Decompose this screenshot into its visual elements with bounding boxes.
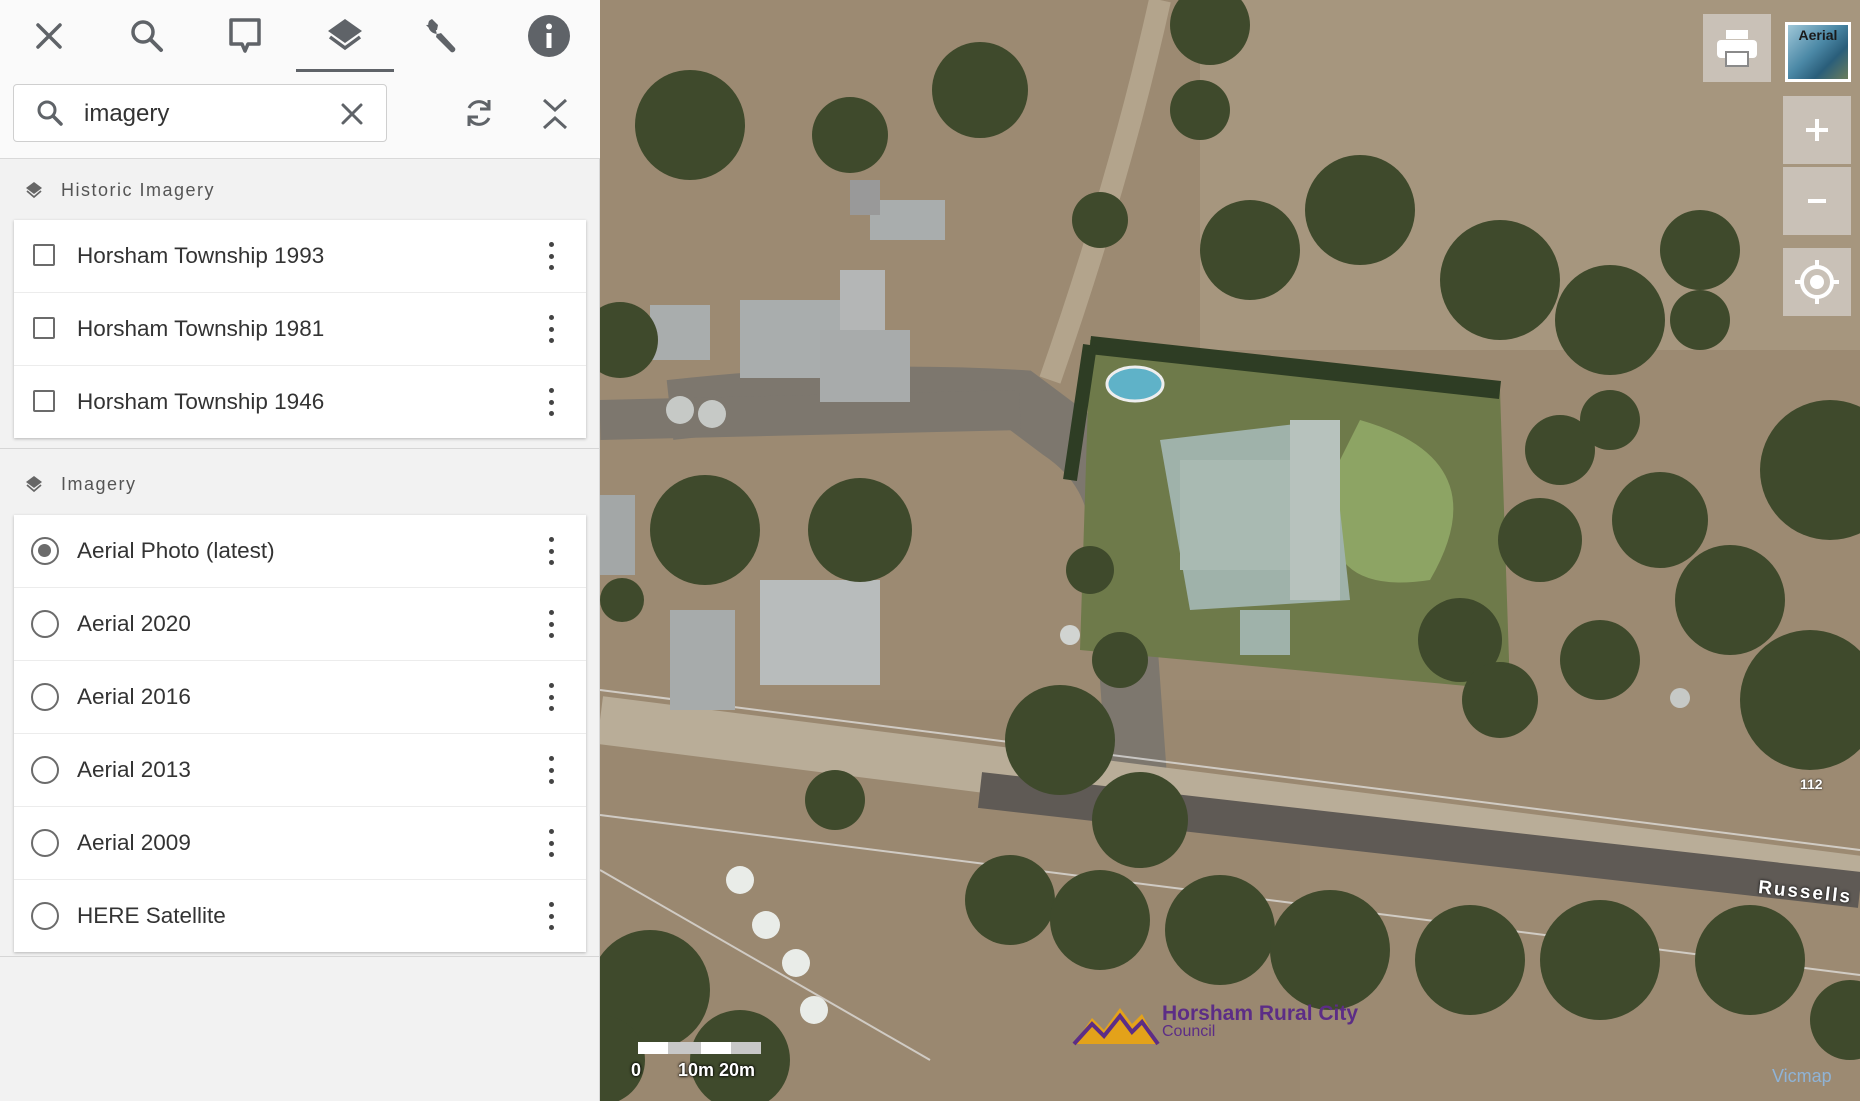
plus-icon: [1806, 119, 1828, 141]
clear-search-icon[interactable]: [340, 102, 364, 126]
comment-icon: [229, 18, 261, 53]
crosshair-icon: [1795, 260, 1839, 304]
layer-row: Horsham Township 1993: [14, 220, 586, 293]
close-button[interactable]: [0, 0, 98, 72]
info-button[interactable]: [500, 0, 598, 72]
layer-label: Aerial Photo (latest): [77, 538, 275, 563]
section-header-imagery[interactable]: Imagery: [0, 456, 600, 512]
layers-panel: Historic Imagery Horsham Township 1993 H…: [0, 0, 600, 1101]
minus-icon: [1808, 199, 1826, 203]
layer-radio[interactable]: [31, 756, 59, 784]
more-options-icon[interactable]: [546, 756, 556, 784]
layer-label: Horsham Township 1993: [77, 243, 325, 268]
layer-label: Aerial 2013: [77, 757, 191, 782]
layers-icon: [25, 475, 43, 493]
layer-radio[interactable]: [31, 902, 59, 930]
layer-radio[interactable]: [31, 829, 59, 857]
more-options-icon[interactable]: [546, 537, 556, 565]
layer-row: Aerial 2013: [14, 734, 586, 807]
more-options-icon[interactable]: [546, 315, 556, 343]
council-mountain-logo: [1072, 1008, 1160, 1046]
layer-search-box: [13, 84, 387, 142]
layer-label: HERE Satellite: [77, 903, 226, 928]
layer-label: Aerial 2020: [77, 611, 191, 636]
info-icon: [528, 15, 570, 57]
council-logo: Horsham Rural City Council: [1072, 1000, 1402, 1050]
layer-label: Aerial 2016: [77, 684, 191, 709]
basemap-switcher[interactable]: Aerial: [1785, 22, 1851, 82]
search-icon: [131, 20, 163, 52]
more-options-icon[interactable]: [546, 242, 556, 270]
layer-row: Horsham Township 1981: [14, 293, 586, 366]
map-view[interactable]: Aerial 112 Russells 0 10m 20m Horsham Ru…: [600, 0, 1860, 1101]
layer-row: Aerial 2020: [14, 588, 586, 661]
layer-radio[interactable]: [31, 683, 59, 711]
property-number-label: 112: [1800, 776, 1823, 792]
legend-button[interactable]: [196, 0, 294, 72]
layer-search-input[interactable]: [82, 95, 336, 133]
divider: [0, 448, 600, 449]
more-options-icon[interactable]: [546, 829, 556, 857]
attribution-link[interactable]: Vicmap: [1772, 1066, 1832, 1087]
print-button[interactable]: [1703, 14, 1771, 82]
wrench-icon: [426, 19, 456, 53]
layer-radio[interactable]: [31, 610, 59, 638]
imagery-list: Aerial Photo (latest) Aerial 2020 Aerial…: [14, 515, 586, 952]
layer-row: Aerial 2009: [14, 807, 586, 880]
aerial-imagery: [600, 0, 1860, 1101]
scale-distance-labels: 10m 20m: [678, 1060, 756, 1080]
zoom-out-button[interactable]: [1783, 167, 1851, 235]
zoom-in-button[interactable]: [1783, 96, 1851, 164]
layer-label: Aerial 2009: [77, 830, 191, 855]
layer-row: Horsham Township 1946: [14, 366, 586, 438]
scale-zero-label: 0: [631, 1060, 642, 1080]
more-options-icon[interactable]: [546, 683, 556, 711]
section-title: Historic Imagery: [61, 179, 216, 200]
layer-checkbox[interactable]: [33, 317, 55, 339]
close-icon: [36, 23, 62, 49]
layers-tab-button[interactable]: [296, 0, 394, 72]
layer-row: Aerial 2016: [14, 661, 586, 734]
layer-row: HERE Satellite: [14, 880, 586, 952]
scale-bar: [638, 1042, 761, 1054]
refresh-icon[interactable]: [462, 96, 496, 130]
layers-icon: [25, 181, 43, 199]
section-header-historic-imagery[interactable]: Historic Imagery: [0, 162, 600, 218]
section-title: Imagery: [61, 473, 137, 494]
basemap-label: Aerial: [1798, 27, 1838, 43]
search-icon: [37, 100, 63, 126]
layer-search-row: [0, 72, 600, 159]
council-name-sub: Council: [1162, 1023, 1216, 1040]
layer-label: Horsham Township 1946: [77, 389, 325, 414]
search-tool-button[interactable]: [98, 0, 196, 72]
more-options-icon[interactable]: [546, 610, 556, 638]
divider: [0, 956, 600, 957]
toolbar: [0, 0, 600, 73]
collapse-all-icon[interactable]: [540, 96, 570, 132]
layers-icon: [328, 18, 362, 50]
more-options-icon[interactable]: [546, 388, 556, 416]
historic-imagery-list: Horsham Township 1993 Horsham Township 1…: [14, 220, 586, 438]
my-location-button[interactable]: [1783, 248, 1851, 316]
layer-label: Horsham Township 1981: [77, 316, 325, 341]
print-icon: [1717, 30, 1757, 67]
more-options-icon[interactable]: [546, 902, 556, 930]
layer-checkbox[interactable]: [33, 244, 55, 266]
tools-button[interactable]: [393, 0, 491, 72]
layer-checkbox[interactable]: [33, 390, 55, 412]
layer-radio-selected[interactable]: [31, 537, 59, 565]
layer-row: Aerial Photo (latest): [14, 515, 586, 588]
